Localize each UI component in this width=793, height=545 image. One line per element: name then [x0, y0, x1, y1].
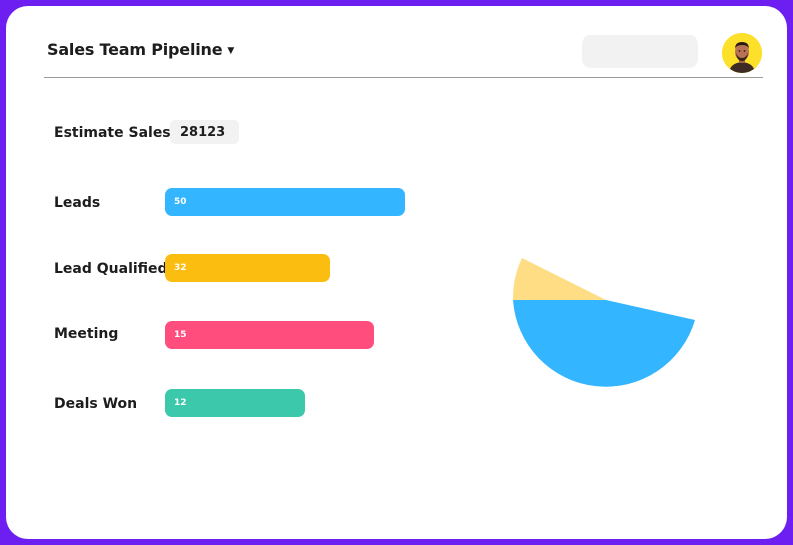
bar-value-leads: 50	[174, 197, 187, 207]
bar-meeting[interactable]: 15	[165, 321, 374, 349]
app-window: Sales Team Pipeline ▼ Estimate Sales 281…	[6, 6, 787, 539]
pie-slice-blue[interactable]	[513, 300, 695, 387]
page-title: Sales Team Pipeline	[47, 40, 223, 59]
bar-value-deals-won: 12	[174, 398, 187, 408]
category-label-deals-won: Deals Won	[54, 396, 138, 412]
category-label-meeting: Meeting	[54, 326, 119, 342]
category-label-leads: Leads	[54, 195, 101, 211]
caret-down-icon: ▼	[227, 45, 235, 56]
header-divider	[44, 77, 763, 78]
pie-chart	[512, 258, 695, 387]
bar-value-lead-qualified: 32	[174, 263, 187, 273]
pipeline-selector[interactable]: Sales Team Pipeline ▼	[47, 40, 234, 59]
estimate-sales-label: Estimate Sales	[54, 125, 171, 141]
user-avatar-icon[interactable]	[722, 33, 762, 73]
bar-value-meeting: 15	[174, 330, 187, 340]
estimate-sales-value: 28123	[170, 120, 239, 144]
bar-deals-won[interactable]: 12	[165, 389, 305, 417]
pie-slice-yellow[interactable]	[512, 258, 606, 300]
search-input[interactable]	[582, 35, 698, 68]
category-label-lead-qualified: Lead Qualified	[54, 261, 168, 277]
bar-lead-qualified[interactable]: 32	[165, 254, 330, 282]
bar-leads[interactable]: 50	[165, 188, 405, 216]
